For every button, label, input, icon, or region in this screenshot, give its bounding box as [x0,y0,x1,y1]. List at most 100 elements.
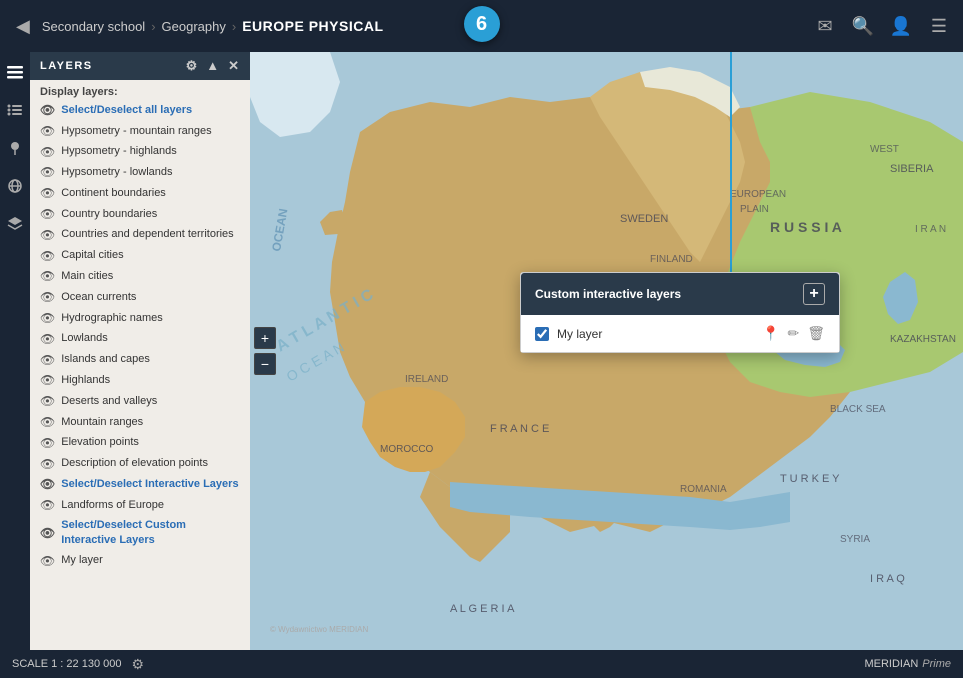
layer-eye-icon[interactable]: 👁 [40,289,55,306]
layer-item[interactable]: 👁 Landforms of Europe [30,495,250,516]
search-icon[interactable]: 🔍 [851,14,875,38]
svg-text:BLACK SEA: BLACK SEA [830,404,886,415]
layer-text: My layer [61,553,240,568]
step-arrow-line [730,52,732,287]
svg-text:KAZAKHSTAN: KAZAKHSTAN [890,334,956,345]
layer-eye-icon[interactable]: 👁 [40,227,55,244]
layer-item[interactable]: 👁 Elevation points [30,433,250,454]
zoom-in-button[interactable]: + [254,327,276,349]
popup-add-button[interactable]: + [803,283,825,305]
layer-item[interactable]: 👁Main cities [30,266,250,287]
svg-text:R U S S I A: R U S S I A [770,219,842,235]
layer-item[interactable]: 👁 Lowlands [30,329,250,350]
layer-item[interactable]: 👁 Select/Deselect all layers [30,100,250,121]
layers-up-icon[interactable]: ▲ [206,58,220,74]
layers-close-icon[interactable]: ✕ [228,58,240,74]
layer-item[interactable]: 👁Ocean currents [30,287,250,308]
layer-item[interactable]: 👁Select/Deselect Interactive Layers [30,474,250,495]
layer-text: Hypsometry - highlands [61,144,240,159]
popup-layer-delete-icon[interactable]: 🗑 [807,325,825,342]
sidebar-icon-globe[interactable] [3,174,27,198]
breadcrumb-secondary[interactable]: Secondary school [42,19,145,34]
layers-header-icons: ⚙ ▲ ✕ [186,58,240,74]
layer-text: Country boundaries [61,207,240,222]
popup-layer-edit-icon[interactable]: ✏ [787,325,799,342]
layer-text: Landforms of Europe [61,498,240,513]
breadcrumb-geography[interactable]: Geography [162,19,226,34]
display-layers-label: Display layers: [30,80,250,100]
layer-item[interactable]: 👁Hypsometry - lowlands [30,162,250,183]
layer-eye-icon[interactable]: 👁 [40,476,55,493]
back-button[interactable]: ◀ [12,12,34,41]
layer-eye-icon[interactable]: 👁 [40,185,55,202]
layer-item[interactable]: 👁Capital cities [30,246,250,267]
layer-eye-icon[interactable]: 👁 [40,123,55,140]
layer-item[interactable]: 👁 Hypsometry - mountain ranges [30,121,250,142]
layer-eye-icon[interactable]: 👁 [40,435,55,452]
layers-title: LAYERS [40,60,93,72]
layer-eye-icon[interactable]: 👁 [40,164,55,181]
sidebar-icon-list[interactable] [3,98,27,122]
layer-item[interactable]: 👁 Highlands [30,370,250,391]
layer-text: Hypsometry - mountain ranges [61,124,240,139]
layer-text: Mountain ranges [61,415,240,430]
sidebar-icon-stack[interactable] [3,212,27,236]
layer-item[interactable]: 👁Islands and capes [30,350,250,371]
layer-item[interactable]: 👁Deserts and valleys [30,391,250,412]
layer-eye-icon[interactable]: 👁 [40,372,55,389]
svg-text:F R A N C E: F R A N C E [490,423,549,435]
layer-eye-icon[interactable]: 👁 [40,102,55,119]
layer-eye-icon[interactable]: 👁 [40,414,55,431]
map-area[interactable]: A T L A N T I C O C E A N R U S S I A EU… [250,52,963,650]
scale-gear-icon[interactable]: ⚙ [131,656,144,673]
layer-eye-icon[interactable]: 👁 [40,248,55,265]
popup-layer-pin-icon[interactable]: 📍 [762,325,779,342]
svg-text:SIBERIA: SIBERIA [890,163,934,175]
layer-text: Continent boundaries [61,186,240,201]
layer-item[interactable]: 👁 Country boundaries [30,204,250,225]
meridian-logo: MERIDIAN Prime [864,658,951,670]
zoom-out-button[interactable]: − [254,353,276,375]
layer-eye-icon[interactable]: 👁 [40,310,55,327]
logo-prime-text: Prime [922,658,951,670]
layer-item[interactable]: 👁 Mountain ranges [30,412,250,433]
sidebar-icon-pin[interactable] [3,136,27,160]
email-icon[interactable]: ✉ [813,14,837,38]
svg-text:T U R K E Y: T U R K E Y [780,473,840,485]
layer-eye-icon[interactable]: 👁 [40,331,55,348]
layer-text: Elevation points [61,435,240,450]
svg-text:SWEDEN: SWEDEN [620,213,668,225]
layer-eye-icon[interactable]: 👁 [40,206,55,223]
main-layout: LAYERS ⚙ ▲ ✕ Display layers: 👁Select/Des… [0,52,963,650]
layer-eye-icon[interactable]: 👁 [40,144,55,161]
layer-eye-icon[interactable]: 👁 [40,268,55,285]
layer-eye-icon[interactable]: 👁 [40,393,55,410]
popup-layer-row: My layer 📍 ✏ 🗑 [535,325,825,342]
custom-layers-popup: Custom interactive layers + My layer 📍 ✏… [520,272,840,353]
layer-item[interactable]: 👁Countries and dependent territories [30,225,250,246]
layer-text: Highlands [61,373,240,388]
layer-item[interactable]: 👁Description of elevation points [30,454,250,475]
svg-text:MOROCCO: MOROCCO [380,444,434,455]
layer-item[interactable]: 👁 My layer [30,551,250,572]
svg-text:EUROPEAN: EUROPEAN [730,189,786,200]
layer-eye-icon[interactable]: 👁 [40,525,55,542]
layer-item[interactable]: 👁Select/Deselect Custom Interactive Laye… [30,516,250,551]
layer-item[interactable]: 👁 Hypsometry - highlands [30,142,250,163]
layer-eye-icon[interactable]: 👁 [40,497,55,514]
sidebar-icons [0,52,30,650]
layer-text: Hydrographic names [61,311,240,326]
user-icon[interactable]: 👤 [889,14,913,38]
sidebar-icon-layers[interactable] [3,60,27,84]
menu-icon[interactable]: ☰ [927,14,951,38]
layer-item[interactable]: 👁 Continent boundaries [30,183,250,204]
header: ◀ Secondary school › Geography › EUROPE … [0,0,963,52]
popup-layer-checkbox[interactable] [535,327,549,341]
layer-eye-icon[interactable]: 👁 [40,352,55,369]
layer-item[interactable]: 👁 Hydrographic names [30,308,250,329]
layers-gear-icon[interactable]: ⚙ [186,58,199,74]
layer-eye-icon[interactable]: 👁 [40,553,55,570]
layer-eye-icon[interactable]: 👁 [40,456,55,473]
layer-text: Select/Deselect all layers [61,103,240,118]
layer-text: Lowlands [61,331,240,346]
